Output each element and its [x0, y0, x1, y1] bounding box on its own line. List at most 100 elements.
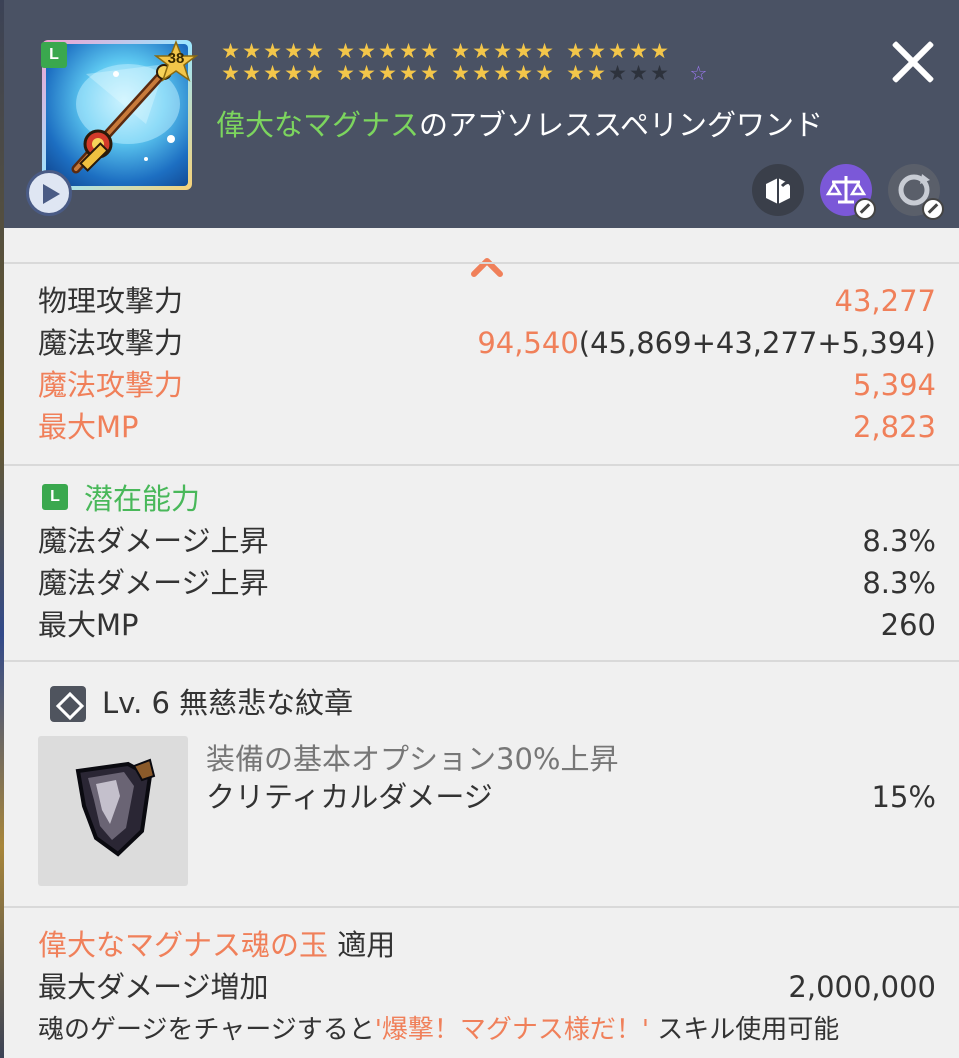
stat-row: 魔法攻撃力 94,540(45,869+43,277+5,394) — [38, 322, 936, 364]
star-filled-icon: ★ — [514, 60, 533, 85]
starforce-stars: ★ ★ ★ ★ ★ ★ ★ ★ ★ ★ ★ ★ ★ ★ ★ ★ ★ ★ ★ ★ ★ ★ ★ ★ ★ ★ ★ ★ ★ ★ ★ ★ ★ ★ ★ ★ ★ ★ ★… — [220, 40, 760, 84]
star-filled-icon: ★ — [284, 60, 303, 85]
potential-row: 魔法ダメージ上昇 8.3% — [38, 562, 936, 604]
stat-row: 魔法攻撃力 5,394 — [38, 364, 936, 406]
stat-label: 最大MP — [38, 410, 139, 444]
star-filled-icon: ★ — [514, 38, 533, 63]
star-group: ★ ★ ★ ★ ★ — [565, 38, 670, 63]
star-filled-icon: ★ — [305, 60, 324, 85]
soul-title: 偉大なマグナス魂の玉 適用 — [38, 924, 395, 966]
emblem-image — [38, 736, 188, 886]
star-empty-icon: ★ — [608, 60, 627, 85]
star-filled-icon: ★ — [263, 38, 282, 63]
emblem-stat-value: 15% — [871, 780, 936, 814]
item-level: 38 — [167, 50, 185, 67]
star-empty-icon: ★ — [650, 60, 669, 85]
star-filled-icon: ★ — [357, 38, 376, 63]
potential-value: 8.3% — [862, 524, 936, 558]
star-filled-icon: ★ — [378, 38, 397, 63]
star-group: ★ ★ ★ ★ ★ — [335, 60, 440, 85]
star-group: ★ ★ ★ ★ ★ — [450, 38, 555, 63]
potential-label: 最大MP — [38, 608, 139, 642]
star-filled-icon: ★ — [608, 38, 627, 63]
star-outline-icon: ☆ — [689, 60, 708, 85]
star-group: ★ ★ ★ ★ ★ — [450, 60, 555, 85]
soul-stat-row: 最大ダメージ増加 2,000,000 — [38, 966, 936, 1008]
star-filled-icon: ★ — [493, 60, 512, 85]
star-filled-icon: ★ — [399, 38, 418, 63]
potential-label: 魔法ダメージ上昇 — [38, 524, 269, 558]
star-filled-icon: ★ — [472, 38, 491, 63]
star-filled-icon: ★ — [587, 38, 606, 63]
stat-value: 5,394 — [852, 368, 936, 402]
stat-value: 94,540(45,869+43,277+5,394) — [477, 322, 936, 364]
emblem-stat-row: クリティカルダメージ 15% — [206, 776, 936, 818]
stat-label: 物理攻撃力 — [38, 284, 184, 318]
potential-title: 潜在能力 — [84, 482, 201, 516]
stat-row: 最大MP 2,823 — [38, 406, 936, 448]
soul-stat-label: 最大ダメージ増加 — [38, 970, 269, 1004]
star-filled-icon: ★ — [357, 60, 376, 85]
emblem-description: 装備の基本オプション30%上昇 — [206, 742, 619, 776]
soul-skill-name: '爆撃！マグナス様だ！' — [374, 1015, 649, 1045]
item-name-suffix: のアブソレススペリングワンド — [419, 108, 823, 142]
divider — [4, 262, 959, 264]
star-filled-icon: ★ — [336, 38, 355, 63]
potential-row: 魔法ダメージ上昇 8.3% — [38, 520, 936, 562]
star-filled-icon: ★ — [451, 60, 470, 85]
chevron-up-icon[interactable] — [470, 254, 504, 278]
star-filled-icon: ★ — [629, 38, 648, 63]
star-group: ★ ★ ★ ★ ★ — [565, 60, 670, 85]
star-filled-icon: ★ — [242, 38, 261, 63]
star-filled-icon: ★ — [242, 60, 261, 85]
star-filled-icon: ★ — [263, 60, 282, 85]
soul-stat-value: 2,000,000 — [788, 970, 936, 1004]
star-filled-icon: ★ — [566, 38, 585, 63]
stat-label: 魔法攻撃力 — [38, 368, 184, 402]
potential-row: 最大MP 260 — [38, 604, 936, 646]
star-filled-icon: ★ — [221, 60, 240, 85]
stat-value-breakdown: (45,869+43,277+5,394) — [578, 326, 936, 360]
soul-desc-after: スキル使用可能 — [649, 1015, 840, 1045]
emblem-icon — [50, 686, 86, 722]
stat-label: 魔法攻撃力 — [38, 326, 184, 360]
item-tooltip-panel: L 38 ★ ★ ★ ★ ★ ★ ★ ★ ★ ★ ★ ★ ★ ★ ★ ★ ★ ★ ★ ★ ★ ★ ★ ★ ★ ★ ★ ★ ★ ★ ★ ★ ★ ★… — [4, 0, 959, 1058]
stat-value: 2,823 — [852, 410, 936, 444]
stat-row: 物理攻撃力 43,277 — [38, 280, 936, 322]
star-filled-icon: ★ — [378, 60, 397, 85]
potential-grade-badge: L — [42, 484, 68, 510]
star-filled-icon: ★ — [284, 38, 303, 63]
ban-icon — [854, 198, 876, 220]
star-row-2: ★ ★ ★ ★ ★ ★ ★ ★ ★ ★ ★ ★ ★ ★ ★ ★ ★ ★ ★ ★ ☆ — [220, 62, 760, 84]
item-name: 偉大なマグナスのアブソレススペリングワンド — [216, 102, 823, 144]
close-button[interactable] — [884, 32, 944, 92]
potential-value: 8.3% — [862, 566, 936, 600]
star-group: ★ ★ ★ ★ ★ — [220, 60, 325, 85]
soul-applied: 適用 — [328, 928, 396, 962]
emblem-title: Lv. 6 無慈悲な紋章 — [102, 686, 354, 720]
star-filled-icon: ★ — [420, 38, 439, 63]
star-filled-icon: ★ — [493, 38, 512, 63]
play-icon[interactable] — [26, 170, 72, 216]
transfer-icon — [752, 164, 804, 216]
star-filled-icon: ★ — [221, 38, 240, 63]
ban-icon — [922, 198, 944, 220]
cycle-icon — [888, 164, 944, 220]
star-group: ★ ★ ★ ★ ★ — [335, 38, 440, 63]
scale-icon — [820, 164, 876, 220]
star-empty-icon: ★ — [629, 60, 648, 85]
stat-value: 43,277 — [834, 284, 936, 318]
divider — [4, 464, 959, 466]
soul-desc-before: 魂のゲージをチャージすると — [38, 1015, 375, 1045]
star-filled-icon: ★ — [587, 60, 606, 85]
star-filled-icon: ★ — [399, 60, 418, 85]
star-filled-icon: ★ — [305, 38, 324, 63]
star-filled-icon: ★ — [535, 60, 554, 85]
divider — [4, 660, 959, 662]
star-filled-icon: ★ — [451, 38, 470, 63]
emblem-stat-label: クリティカルダメージ — [206, 780, 493, 814]
soul-name: 偉大なマグナス魂の玉 — [38, 928, 329, 962]
item-name-prefix: 偉大なマグナス — [216, 108, 420, 142]
star-filled-icon: ★ — [650, 38, 669, 63]
potential-label: 魔法ダメージ上昇 — [38, 566, 269, 600]
